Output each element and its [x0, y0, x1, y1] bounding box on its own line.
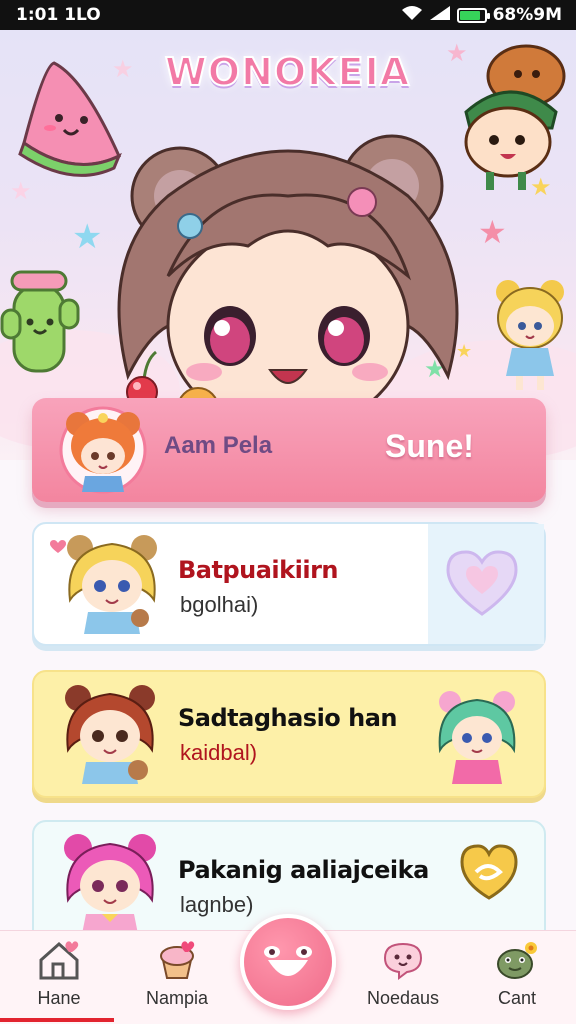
heart-icon[interactable] [444, 548, 520, 618]
status-time: 1:01 1LO [16, 5, 101, 25]
happy-face-icon [264, 946, 312, 976]
cactus-character-icon [0, 270, 80, 373]
star-icon: ★ [72, 218, 103, 256]
frog-flower-icon [497, 942, 537, 979]
small-heart-icon [50, 540, 66, 553]
list-item-title: Batpuaikiirn [178, 556, 338, 584]
nav-item-nampia[interactable]: Nampia [122, 940, 232, 1009]
profile-avatar [59, 406, 147, 494]
star-icon: ★ [478, 214, 507, 250]
wifi-icon [401, 5, 423, 26]
cupcake-heart-icon [160, 941, 195, 979]
signal-icon [429, 5, 451, 26]
nav-item-cant[interactable]: Cant [462, 940, 572, 1009]
list-item-title: Pakanig aaliajceika [178, 856, 429, 884]
chat-heart-bubble-icon[interactable] [458, 842, 520, 904]
list-item-subtitle: lagnbe) [180, 892, 254, 917]
nav-label-noedaus: Noedaus [366, 988, 440, 1008]
battery-text: 68%9M [492, 5, 562, 25]
active-tab-indicator [0, 1018, 114, 1022]
battery-level [459, 10, 480, 20]
list-item-title: Sadtaghasio han [178, 704, 398, 732]
list-item-avatar [65, 685, 155, 784]
list-item-avatar [64, 834, 156, 934]
nav-label-cant: Cant [497, 988, 537, 1008]
nav-item-home[interactable]: Hane [4, 940, 114, 1009]
nav-label-nampia: Nampia [145, 988, 209, 1008]
battery-icon [456, 7, 490, 23]
status-icons: 68%9M [401, 5, 562, 26]
list-item-avatar [67, 535, 157, 634]
app-logo: WONOKEIA [164, 49, 411, 95]
blonde-girl-icon [496, 280, 564, 390]
profile-name: Aam Pela [164, 432, 273, 459]
hero-banner: WONOKEIA ★ ★ ★ ★ ★ ★ ★ ★ [0, 30, 576, 460]
list-item-subtitle: bgolhai) [180, 592, 259, 617]
profile-action-button[interactable]: Sune! [385, 428, 474, 465]
hat-character-icon [464, 44, 566, 190]
list-item-subtitle: kaidbal) [180, 740, 258, 765]
nav-label-home: Hane [37, 988, 81, 1008]
status-bar: 1:01 1LO 68%9M [0, 0, 576, 30]
chat-heart-icon [383, 942, 423, 980]
nav-item-noedaus[interactable]: Noedaus [348, 940, 458, 1009]
list-item-secondary-avatar [438, 691, 516, 784]
home-heart-icon [39, 941, 79, 980]
